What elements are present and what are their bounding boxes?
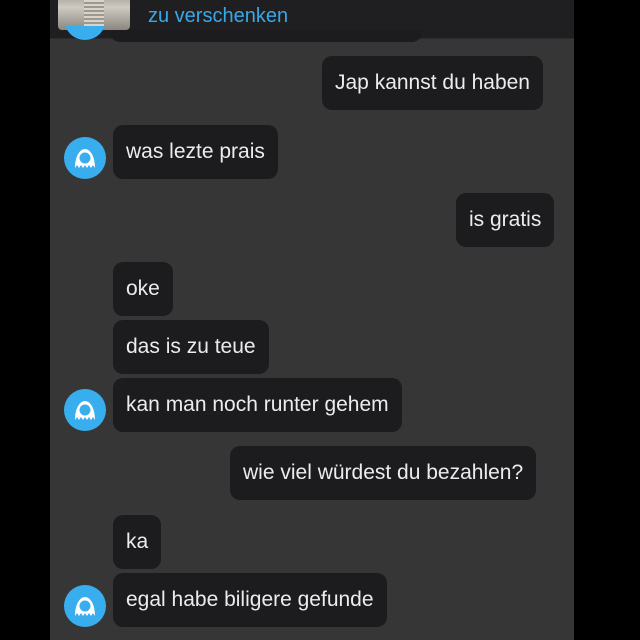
user-avatar-icon[interactable]	[64, 585, 106, 627]
sent-message-bubble[interactable]: wie viel würdest du bezahlen?	[230, 446, 537, 500]
received-message-bubble[interactable]: kan man noch runter gehem	[113, 378, 402, 432]
listing-title[interactable]: zu verschenken	[148, 4, 288, 28]
chat-screen: zu verschenken Jap kannst du haben was l…	[50, 0, 574, 640]
received-message-bubble[interactable]: egal habe biligere gefunde	[113, 573, 387, 627]
received-message-bubble[interactable]: oke	[113, 262, 173, 316]
received-message-bubble[interactable]: was lezte prais	[113, 125, 278, 179]
received-message-bubble[interactable]: ka	[113, 515, 162, 569]
user-avatar-icon[interactable]	[64, 389, 106, 431]
previous-message-bubble	[110, 30, 422, 42]
sent-message-bubble[interactable]: is gratis	[456, 193, 555, 247]
received-message-bubble[interactable]: das is zu teue	[113, 320, 269, 374]
user-avatar-icon[interactable]	[64, 137, 106, 179]
previous-message-avatar-icon	[64, 26, 106, 42]
sent-message-bubble[interactable]: Jap kannst du haben	[322, 56, 543, 110]
